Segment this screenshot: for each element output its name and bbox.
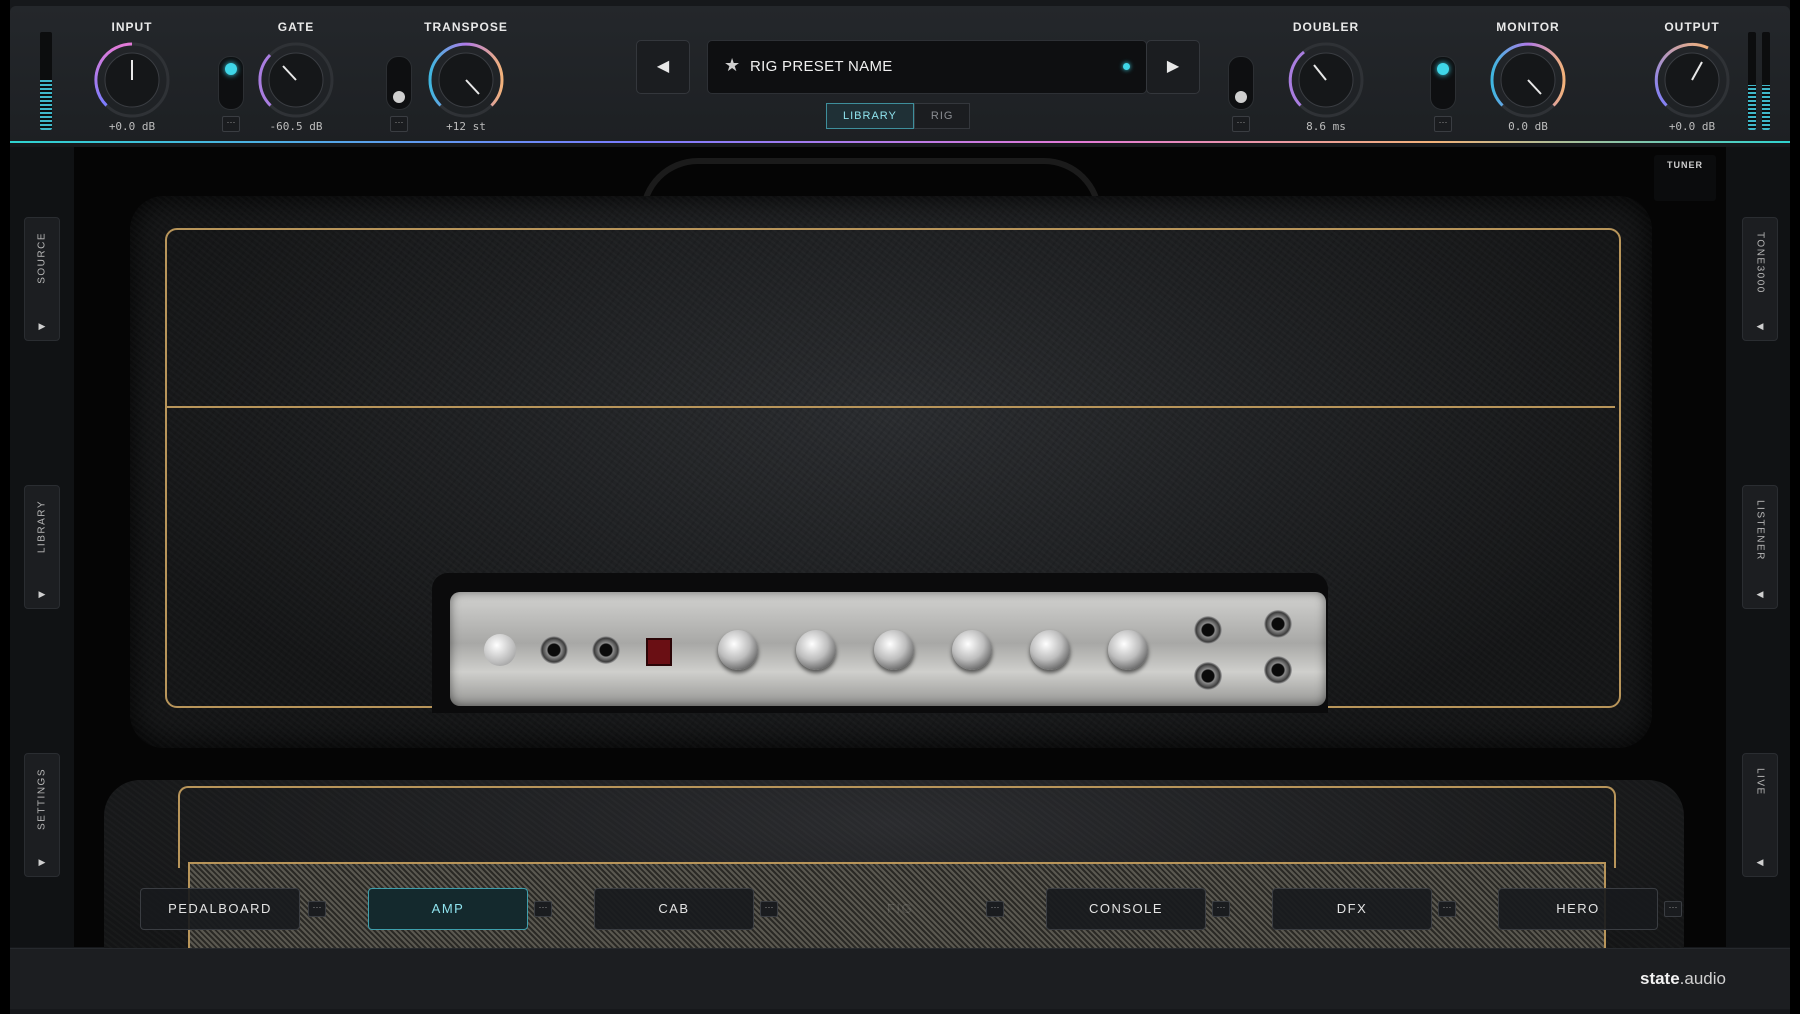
preset-status-led-icon [1123,63,1130,70]
cabinet-piping [178,786,1616,868]
window-edge-right [1790,0,1800,1014]
doubler-knob[interactable] [1284,38,1368,122]
hero-more-button[interactable]: ··· [1664,901,1682,917]
amp-control-panel [450,592,1326,706]
monitor-toggle[interactable] [1430,56,1456,110]
amp-more-button[interactable]: ··· [534,901,552,917]
sidebar-item-library[interactable]: LIBRARY ▶ [24,485,60,609]
brand-logo: state.audio [1640,969,1726,989]
doubler-knob-group: DOUBLER 8.6 ms [1266,20,1386,133]
sidebar-item-label: LIBRARY [36,500,48,554]
doubler-label: DOUBLER [1292,20,1360,34]
doubler-toggle[interactable] [1228,56,1254,110]
tab-cab[interactable]: CAB [594,888,754,930]
led-off-icon [393,91,405,103]
sidebar-item-label: LISTENER [1754,500,1766,561]
console-more-button[interactable]: ··· [1212,901,1230,917]
sidebar-item-source[interactable]: SOURCE ▶ [24,217,60,341]
favorite-star-icon[interactable]: ★ [724,55,740,76]
chevron-left-icon: ◀ [1756,321,1764,331]
input-jack-icon [1194,616,1222,644]
brand-domain: .audio [1679,969,1726,988]
tab-library[interactable]: LIBRARY [826,103,914,129]
app-window: INPUT +0.0 dB ··· GATE -60.5 dB ··· TRAN… [0,0,1800,1014]
gate-label: GATE [277,20,315,34]
sidebar-item-live[interactable]: LIVE ◀ [1742,753,1778,877]
amp-knob-presence[interactable] [718,630,758,670]
input-jack-icon [540,636,568,664]
output-knob[interactable] [1650,38,1734,122]
header-bar: INPUT +0.0 dB ··· GATE -60.5 dB ··· TRAN… [10,6,1790,142]
tab-dfx[interactable]: DFX [1272,888,1432,930]
output-knob-group: OUTPUT +0.0 dB [1632,20,1752,133]
sidebar-item-tone3000[interactable]: TONE3000 ◀ [1742,217,1778,341]
sidebar-item-label: LIVE [1754,768,1766,796]
tuner-button[interactable]: TUNER [1654,155,1716,201]
chevron-right-icon: ▶ [38,857,46,867]
tab-hero[interactable]: HERO [1498,888,1658,930]
footer-bar: state.audio [10,948,1790,1009]
led-off-icon [1235,91,1247,103]
monitor-knob-group: MONITOR 0.0 dB [1468,20,1588,133]
input-jack-icon [1264,610,1292,638]
pedalboard-more-button[interactable]: ··· [308,901,326,917]
tab-pedalboard[interactable]: PEDALBOARD [140,888,300,930]
transpose-label: TRANSPOSE [424,20,508,34]
sidebar-item-settings[interactable]: SETTINGS ▶ [24,753,60,877]
amp-knob-treble[interactable] [952,630,992,670]
next-preset-button[interactable]: ▶ [1146,40,1200,94]
monitor-knob[interactable] [1486,38,1570,122]
gate-knob[interactable] [254,38,338,122]
chevron-right-icon: ▶ [38,589,46,599]
amp-knob-volume-1[interactable] [1030,630,1070,670]
output-meter-right [1762,32,1770,130]
prev-preset-button[interactable]: ◀ [636,40,690,94]
tab-amp[interactable]: AMP [368,888,528,930]
window-edge-left [0,0,10,1014]
chevron-left-icon: ◀ [1756,589,1764,599]
tab-rig[interactable]: RIG [913,103,971,129]
input-knob[interactable] [90,38,174,122]
signal-chain-tabs: PEDALBOARD ··· AMP ··· CAB ··· FIG ··· C… [140,888,1700,930]
sidebar-item-label: SOURCE [36,232,48,284]
preset-name: RIG PRESET NAME [750,58,893,75]
header-divider [10,141,1790,143]
transpose-knob[interactable] [424,38,508,122]
input-meter [40,32,52,130]
doubler-more-button[interactable]: ··· [1232,116,1250,132]
gate-knob-group: GATE -60.5 dB [236,20,356,133]
monitor-label: MONITOR [1496,20,1560,34]
amp-piping-line [167,406,1615,408]
output-label: OUTPUT [1664,20,1720,34]
input-knob-group: INPUT +0.0 dB [72,20,192,133]
tab-fig[interactable]: FIG [820,888,980,930]
fig-more-button[interactable]: ··· [986,901,1004,917]
amp-knob-volume-2[interactable] [1108,630,1148,670]
sidebar-item-label: TONE3000 [1754,232,1766,294]
sidebar-item-label: SETTINGS [36,768,48,831]
input-label: INPUT [111,20,153,34]
power-lamp-icon [484,634,516,666]
input-jack-icon [1264,656,1292,684]
mode-tabs: LIBRARY RIG [826,103,971,129]
output-meter-left [1748,32,1756,130]
input-jack-icon [1194,662,1222,690]
chevron-left-icon: ◀ [1756,857,1764,867]
transpose-knob-group: TRANSPOSE +12 st [406,20,526,133]
input-jack-icon [592,636,620,664]
standby-switch[interactable] [646,638,672,666]
cab-more-button[interactable]: ··· [760,901,778,917]
led-on-icon [1437,63,1449,75]
amp-knob-bass[interactable] [796,630,836,670]
preset-display[interactable]: ★ RIG PRESET NAME [707,40,1147,94]
brand-name: state [1639,969,1680,988]
sidebar-item-listener[interactable]: LISTENER ◀ [1742,485,1778,609]
chevron-right-icon: ▶ [38,321,46,331]
left-side-panel: SOURCE ▶ LIBRARY ▶ SETTINGS ▶ [10,147,74,947]
right-side-panel: TONE3000 ◀ LISTENER ◀ LIVE ◀ [1726,147,1790,947]
amp-knob-middle[interactable] [874,630,914,670]
tab-console[interactable]: CONSOLE [1046,888,1206,930]
monitor-more-button[interactable]: ··· [1434,116,1452,132]
dfx-more-button[interactable]: ··· [1438,901,1456,917]
